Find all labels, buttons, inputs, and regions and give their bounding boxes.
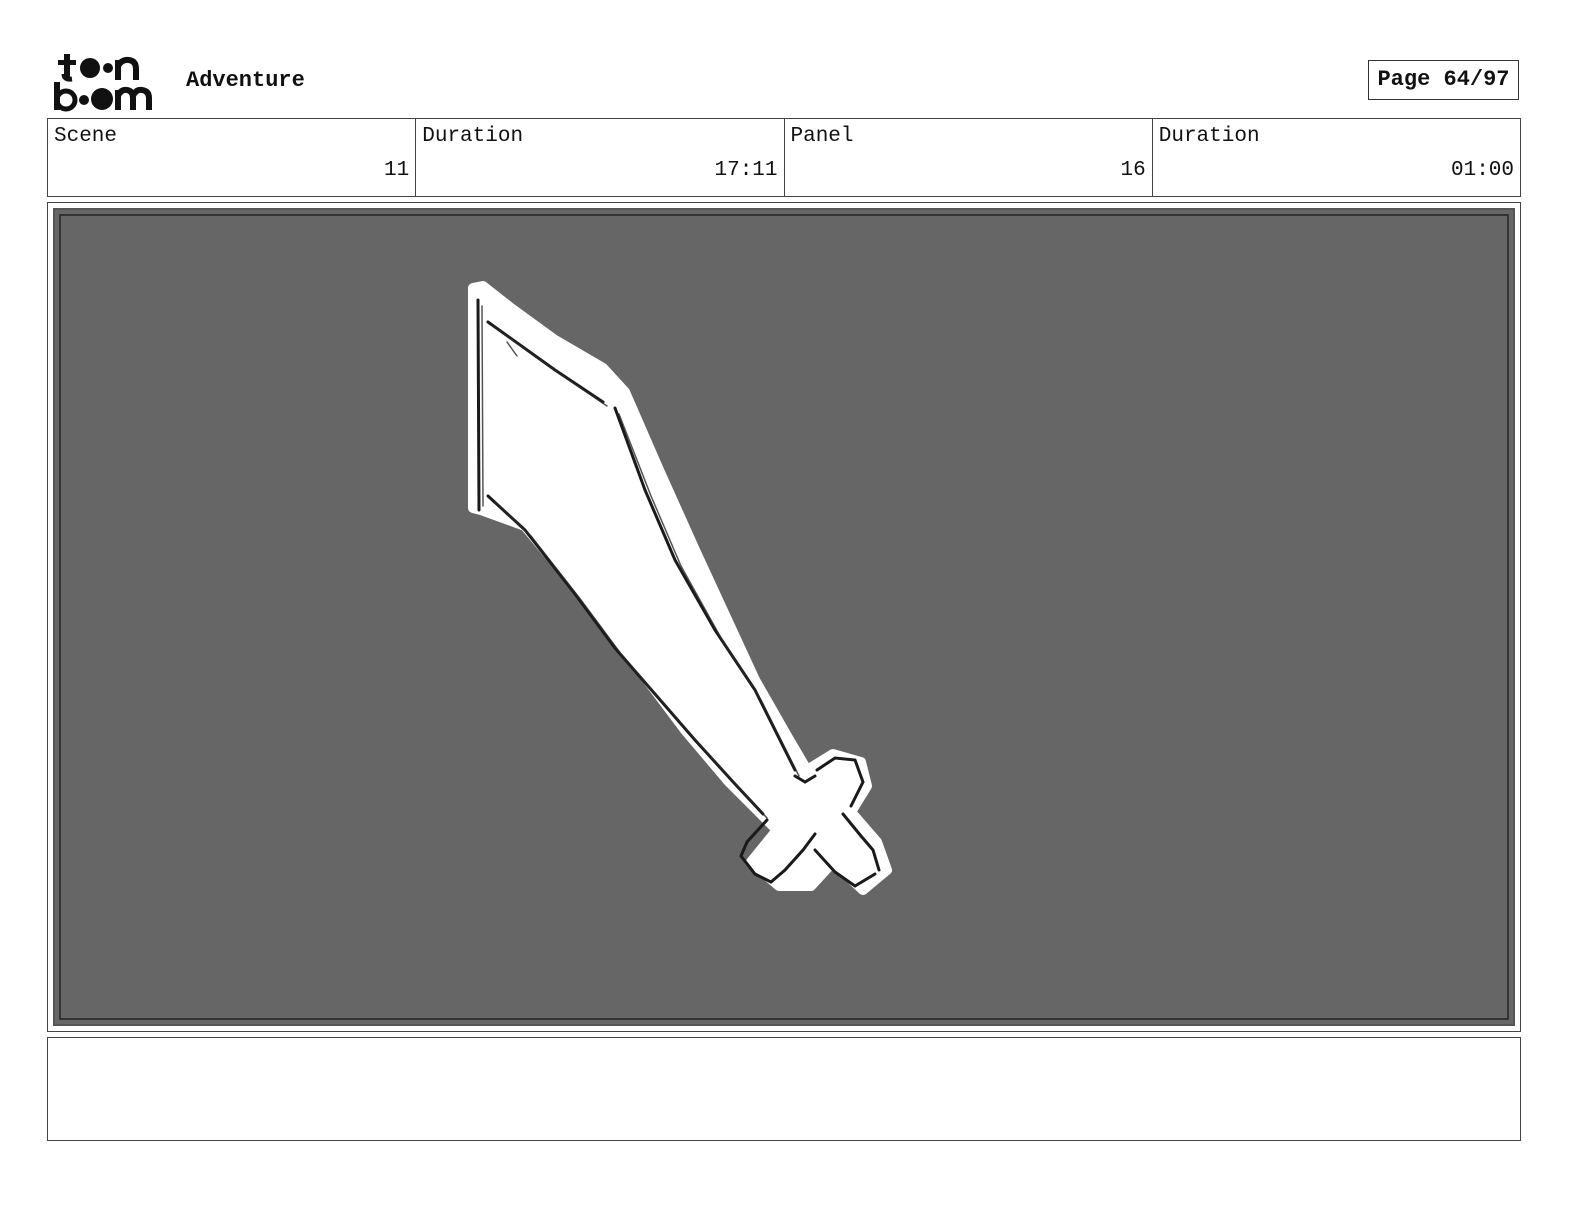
panel-info-row: Scene 11 Duration 17:11 Panel 16 Duratio… bbox=[47, 118, 1521, 197]
scene-duration-value: 17:11 bbox=[714, 159, 778, 182]
panel-duration-label: Duration bbox=[1158, 125, 1260, 148]
scene-duration-label: Duration bbox=[422, 125, 524, 148]
panel-cell: Panel 16 bbox=[785, 119, 1153, 196]
scene-value: 11 bbox=[384, 159, 410, 182]
storyboard-panel bbox=[47, 202, 1521, 1032]
sword-sketch-icon bbox=[468, 281, 892, 895]
panel-label: Panel bbox=[790, 125, 854, 148]
scene-label: Scene bbox=[54, 125, 118, 148]
scene-cell: Scene 11 bbox=[48, 119, 417, 196]
toon-boom-logo bbox=[54, 54, 152, 112]
panel-duration-value: 01:00 bbox=[1450, 159, 1514, 182]
scene-duration-cell: Duration 17:11 bbox=[416, 119, 785, 196]
panel-value: 16 bbox=[1120, 159, 1146, 182]
project-title: Adventure bbox=[186, 68, 305, 93]
notes-box bbox=[47, 1037, 1521, 1141]
panel-image bbox=[53, 208, 1515, 1026]
page-number: Page 64/97 bbox=[1368, 60, 1519, 100]
panel-duration-cell: Duration 01:00 bbox=[1153, 119, 1520, 196]
